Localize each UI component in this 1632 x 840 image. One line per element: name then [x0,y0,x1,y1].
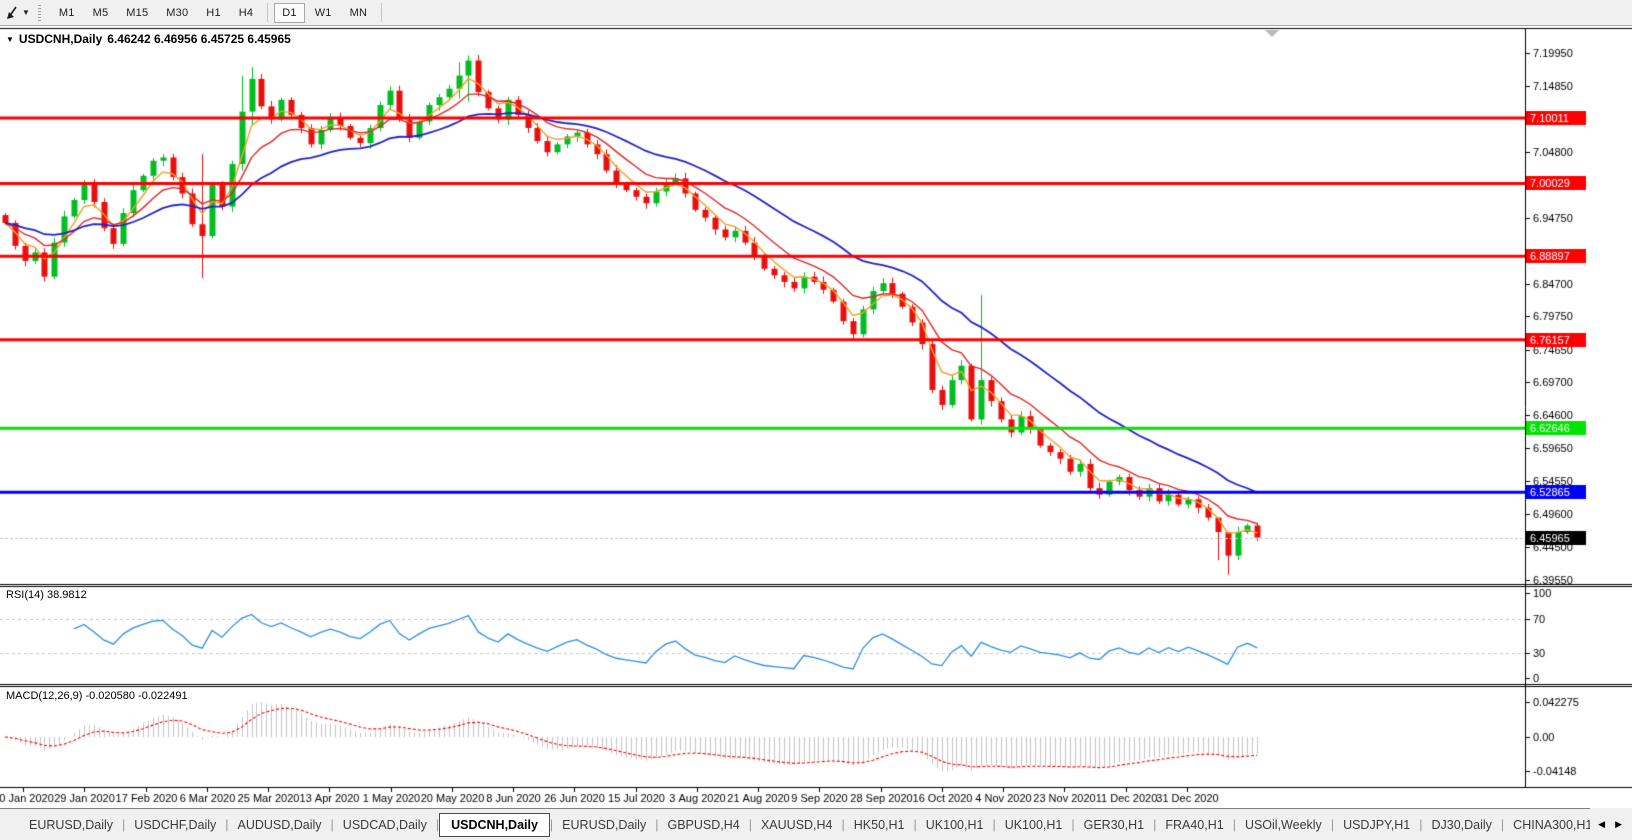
symbol-tab-usdcad-daily[interactable]: USDCAD,Daily [334,813,436,837]
timeframe-button-m30[interactable]: M30 [158,3,196,23]
symbol-tab-usdcnh-daily[interactable]: USDCNH,Daily [439,813,550,837]
tab-scroll-left-icon[interactable]: ◀ [1598,819,1605,830]
toolbar-grip-handle[interactable] [38,5,41,21]
symbol-tab-usoil-weekly[interactable]: USOil,Weekly [1236,813,1331,837]
symbol-tabs: EURUSD,Daily|USDCHF,Daily|AUDUSD,Daily|U… [0,808,1632,840]
timeframe-button-mn[interactable]: MN [342,3,376,23]
timeframe-buttons: M1M5M15M30H1H4 D1W1MN [50,3,387,23]
symbol-tab-eurusd-daily[interactable]: EURUSD,Daily [20,813,122,837]
timeframe-button-h4[interactable]: H4 [231,3,261,23]
symbol-tab-gbpusd-h4[interactable]: GBPUSD,H4 [658,813,748,837]
rsi-indicator-label: RSI(14) 38.9812 [6,589,87,601]
symbol-tab-dj30-daily[interactable]: DJ30,Daily [1422,813,1500,837]
symbol-tab-hk50-h1[interactable]: HK50,H1 [845,813,914,837]
timeframe-button-m15[interactable]: M15 [118,3,156,23]
chart-title-ohlc: 6.46242 6.46956 6.45725 6.45965 [107,32,291,46]
symbol-tab-fra40-h1[interactable]: FRA40,H1 [1156,813,1232,837]
symbol-tab-uk100-h1[interactable]: UK100,H1 [996,813,1072,837]
chart-title: ▼ USDCNH,Daily 6.46242 6.46956 6.45725 6… [6,32,291,46]
timeframe-button-d1[interactable]: D1 [274,3,304,23]
toolbar-separator [267,3,268,22]
timeframe-button-m5[interactable]: M5 [85,3,117,23]
symbol-tab-usdjpy-h1[interactable]: USDJPY,H1 [1334,813,1419,837]
symbol-tab-audusd-daily[interactable]: AUDUSD,Daily [229,813,331,837]
symbol-tab-eurusd-daily[interactable]: EURUSD,Daily [553,813,655,837]
price-chart-canvas[interactable] [0,0,1632,840]
timeframe-button-m1[interactable]: M1 [51,3,83,23]
cursor-tool-icon[interactable] [2,4,22,22]
timeframe-button-h1[interactable]: H1 [198,3,228,23]
chart-title-symbol: USDCNH,Daily [19,32,102,46]
toolbar-separator [381,3,382,22]
symbol-tab-china300-h1[interactable]: CHINA300,H1 [1504,813,1601,837]
timeframe-button-w1[interactable]: W1 [307,3,340,23]
symbol-dropdown-icon[interactable]: ▼ [6,35,14,44]
symbol-tab-usdchf-daily[interactable]: USDCHF,Daily [125,813,225,837]
symbol-tab-uk100-h1[interactable]: UK100,H1 [917,813,993,837]
symbol-tab-xauusd-h4[interactable]: XAUUSD,H4 [752,813,842,837]
tab-scrollers: ◀ ▶ [1590,808,1632,840]
macd-indicator-label: MACD(12,26,9) -0.020580 -0.022491 [6,690,188,702]
tool-dropdown-caret-icon[interactable]: ▼ [22,8,30,17]
timeframe-toolbar: ▼ M1M5M15M30H1H4 D1W1MN [0,0,1632,26]
tab-scroll-right-icon[interactable]: ▶ [1615,819,1622,830]
symbol-tab-ger30-h1[interactable]: GER30,H1 [1075,813,1153,837]
